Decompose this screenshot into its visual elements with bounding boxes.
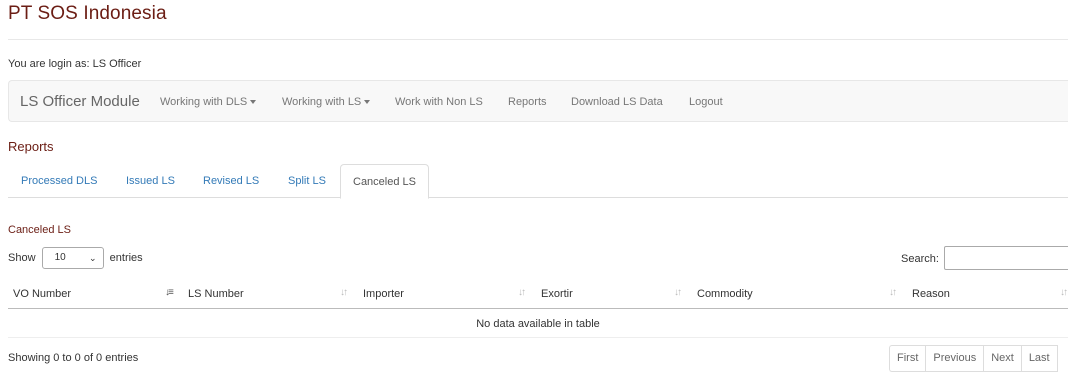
column-header-reason[interactable]: Reason	[912, 288, 950, 300]
nav-logout[interactable]: Logout	[689, 96, 723, 108]
nav-work-with-non-ls[interactable]: Work with Non LS	[395, 96, 483, 108]
sort-icon: ↓↑	[674, 287, 682, 298]
empty-table-message: No data available in table	[8, 310, 1068, 338]
chevron-down-icon: ⌄	[89, 253, 97, 263]
tab-split-ls[interactable]: Split LS	[276, 164, 338, 198]
nav-working-with-dls[interactable]: Working with DLS	[160, 96, 257, 108]
header-divider	[8, 39, 1068, 40]
search-label: Search:	[901, 253, 939, 265]
nav-download-ls-data[interactable]: Download LS Data	[571, 96, 663, 108]
sort-icon: ↓↑	[340, 287, 348, 298]
table-info: Showing 0 to 0 of 0 entries	[8, 352, 139, 364]
entries-select-value: 10	[54, 252, 66, 263]
page-title: Reports	[8, 139, 54, 154]
entries-label: entries	[109, 252, 143, 264]
sort-icon: ↓↑	[1060, 287, 1068, 298]
pagination-next-button[interactable]: Next	[984, 346, 1022, 371]
navbar-brand[interactable]: LS Officer Module	[20, 93, 140, 110]
nav-working-with-ls[interactable]: Working with LS	[282, 96, 371, 108]
show-label: Show	[8, 252, 36, 264]
entries-length-control: Show 10 ⌄ entries	[8, 247, 143, 269]
main-navbar: LS Officer Module Working with DLS Worki…	[8, 80, 1068, 122]
sort-icon: ↓↑	[518, 287, 526, 298]
pagination-first-button[interactable]: First	[890, 346, 927, 371]
pagination-last-button[interactable]: Last	[1022, 346, 1058, 371]
tab-revised-ls[interactable]: Revised LS	[191, 164, 271, 198]
table-header: VO Number ↓≡ LS Number ↓↑ Importer ↓↑ Ex…	[8, 280, 1068, 309]
sort-ascending-icon: ↓≡	[165, 287, 174, 298]
caret-down-icon	[250, 100, 257, 105]
pagination: First Previous Next Last	[889, 345, 1058, 372]
search-input[interactable]	[944, 246, 1068, 270]
company-name: PT SOS Indonesia	[8, 3, 167, 24]
tab-canceled-ls[interactable]: Canceled LS	[340, 164, 429, 199]
nav-working-with-dls-label: Working with DLS	[160, 96, 248, 108]
column-header-commodity[interactable]: Commodity	[697, 288, 753, 300]
sort-icon: ↓↑	[889, 287, 897, 298]
tab-issued-ls[interactable]: Issued LS	[114, 164, 187, 198]
login-status: You are login as: LS Officer	[8, 58, 142, 70]
column-header-exortir[interactable]: Exortir	[541, 288, 573, 300]
pagination-previous-button[interactable]: Previous	[926, 346, 985, 371]
caret-down-icon	[364, 100, 371, 105]
tab-processed-dls[interactable]: Processed DLS	[9, 164, 109, 198]
column-header-vo-number[interactable]: VO Number	[13, 288, 71, 300]
entries-select[interactable]: 10 ⌄	[41, 247, 104, 269]
column-header-importer[interactable]: Importer	[363, 288, 404, 300]
nav-reports[interactable]: Reports	[508, 96, 547, 108]
report-tabs: Processed DLS Issued LS Revised LS Split…	[8, 164, 1068, 199]
nav-working-with-ls-label: Working with LS	[282, 96, 362, 108]
column-header-ls-number[interactable]: LS Number	[188, 288, 244, 300]
table-title: Canceled LS	[8, 224, 71, 236]
